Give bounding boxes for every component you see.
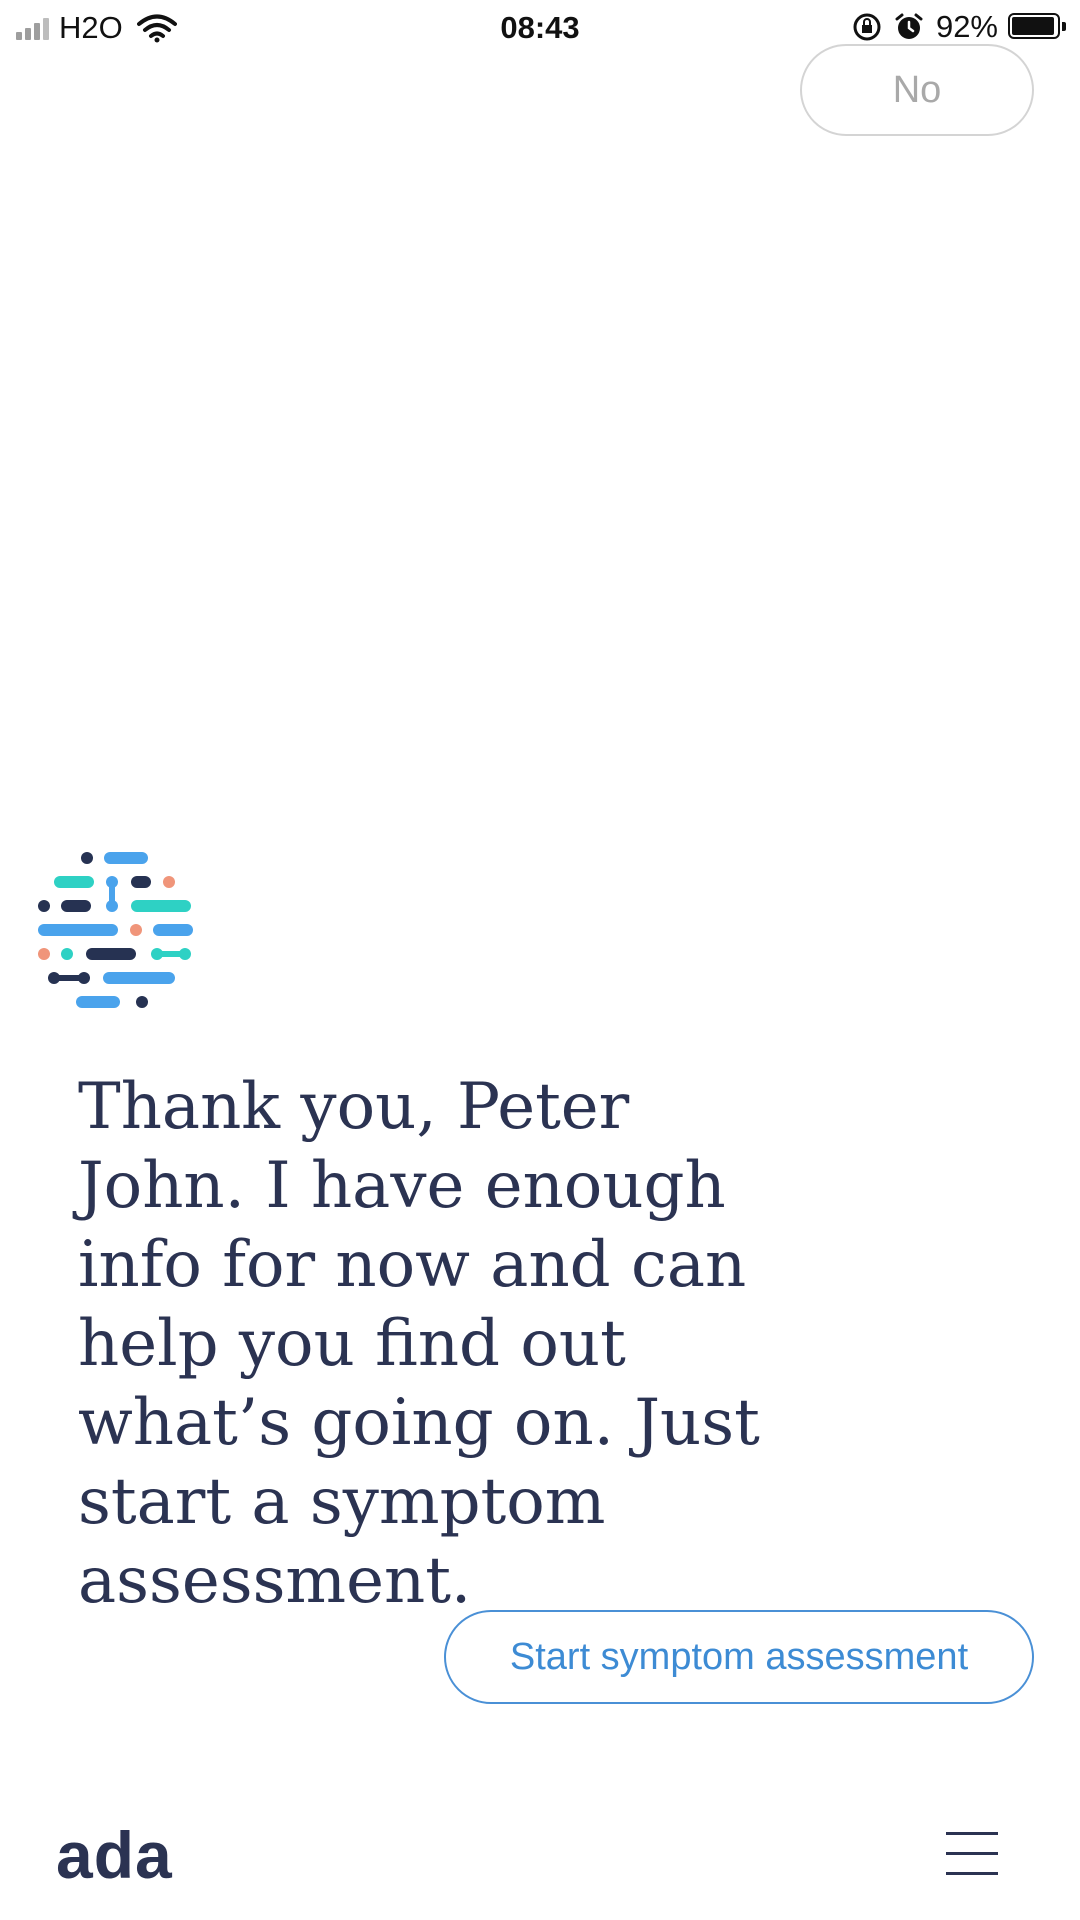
battery-icon [1008, 13, 1066, 41]
alarm-icon [895, 13, 923, 39]
start-symptom-assessment-button[interactable]: Start symptom assessment [444, 1610, 1034, 1704]
previous-answer-no-chip: No [800, 44, 1034, 136]
ada-logo-icon [38, 852, 193, 1008]
ada-wordmark-logo: ada [56, 1818, 173, 1892]
bot-message: Thank you, Peter John. I have enough inf… [78, 1070, 760, 1618]
status-right: 92% [852, 9, 1066, 45]
battery-percentage: 92% [935, 9, 998, 44]
hamburger-menu-icon[interactable] [946, 1832, 998, 1876]
orientation-lock-icon [853, 13, 881, 41]
